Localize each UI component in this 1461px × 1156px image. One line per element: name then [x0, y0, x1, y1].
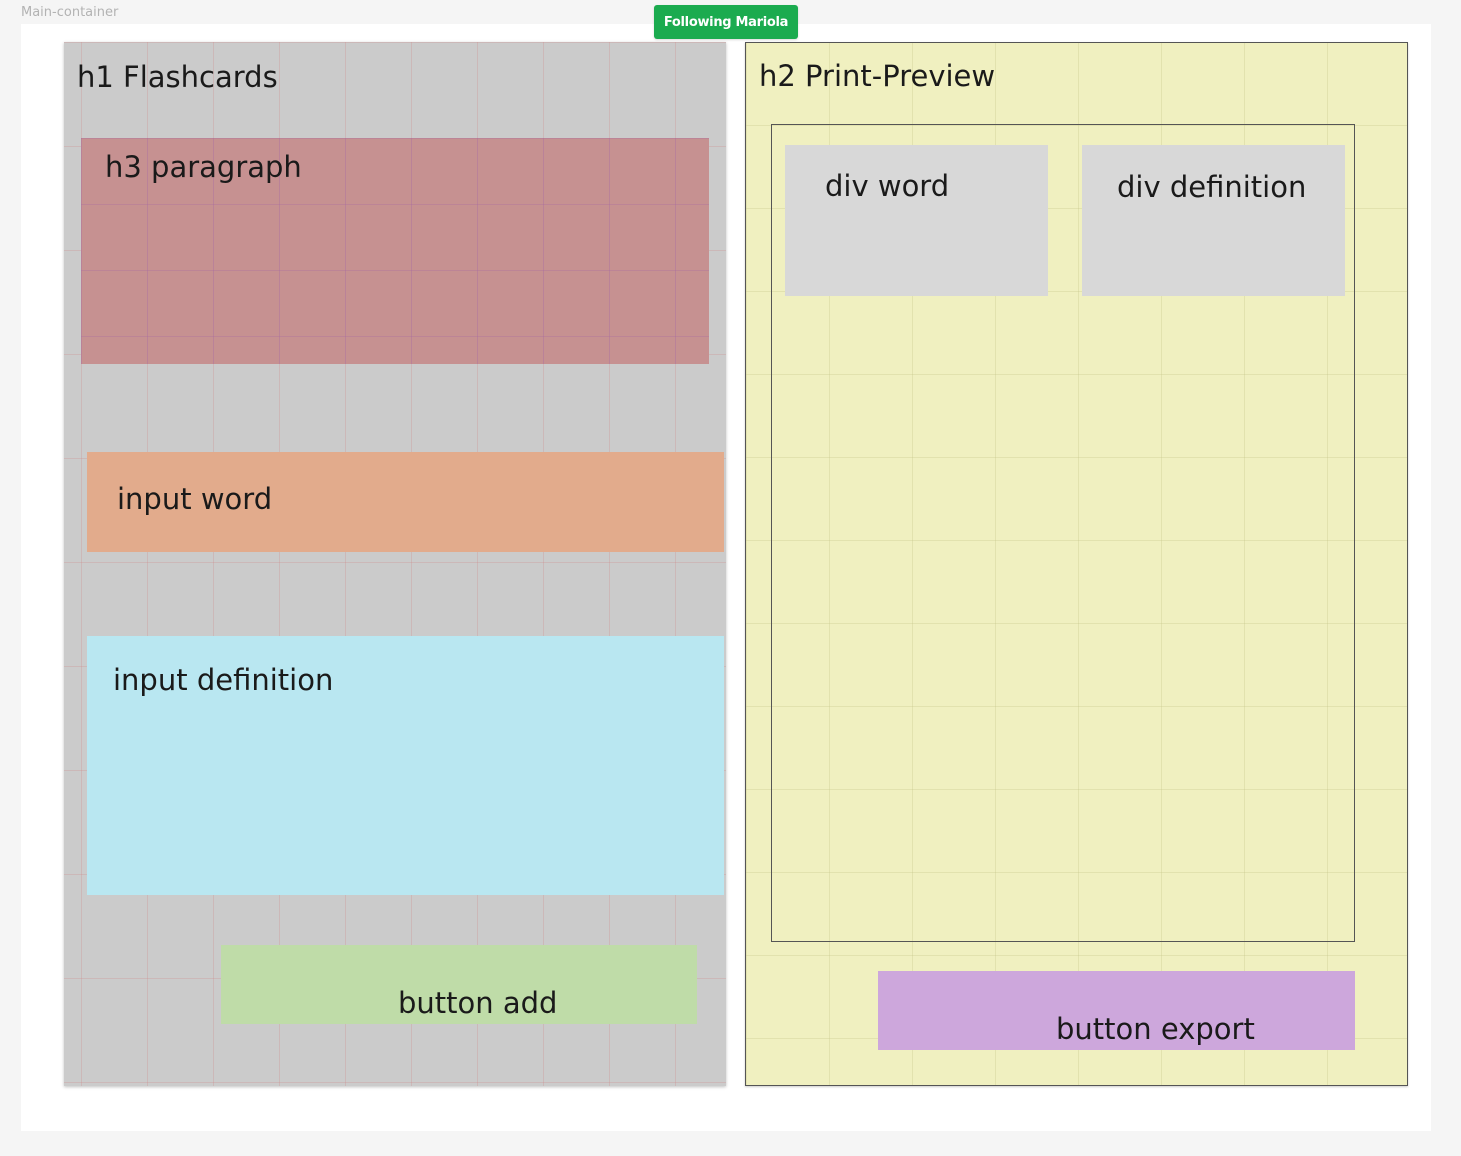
flashcards-heading: h1 Flashcards [77, 60, 278, 94]
main-container-frame-label: Main-container [21, 5, 119, 20]
paragraph-block-label: h3 paragraph [105, 150, 302, 184]
add-button-label: button add [398, 986, 558, 1020]
word-div-block [785, 145, 1048, 296]
print-preview-heading: h2 Print-Preview [759, 59, 996, 93]
definition-div-block [1082, 145, 1345, 296]
word-div-label: div word [825, 169, 950, 203]
definition-input-label: input definition [113, 663, 334, 697]
definition-div-label: div definition [1117, 170, 1307, 204]
following-user-badge[interactable]: Following Mariola [654, 5, 798, 39]
export-button-label: button export [1056, 1012, 1255, 1046]
word-input-label: input word [117, 482, 273, 516]
